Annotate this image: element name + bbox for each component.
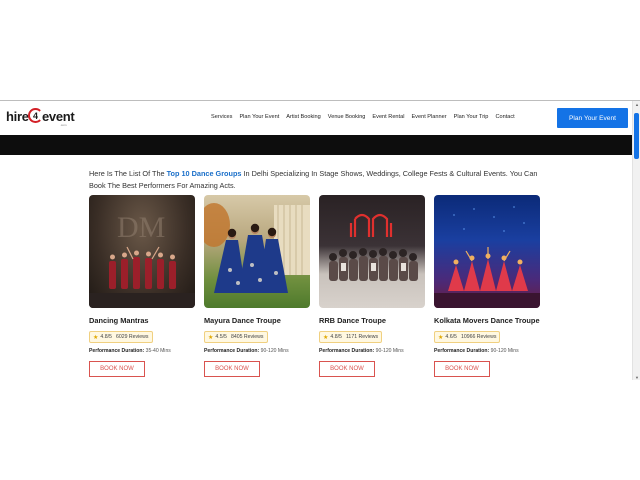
duration-value: 90-120 Mins — [375, 347, 404, 354]
nav-plan-your-event[interactable]: Plan Your Event — [239, 114, 279, 120]
duration-label: Performance Duration: — [89, 347, 145, 354]
review-count: 10966 Reviews — [460, 334, 497, 340]
artist-card: RRB Dance Troupe ★ 4.8/5 1171 Reviews Perf… — [319, 195, 425, 377]
main-nav: Services Plan Your Event Artist Booking … — [211, 114, 522, 120]
dancers-illustration — [434, 206, 540, 308]
rating-value: 4.5/5 — [215, 334, 227, 340]
intro-highlight-link[interactable]: Top 10 Dance Groups — [167, 169, 242, 178]
group-illustration — [329, 213, 418, 281]
performance-duration: Performance Duration: 90-120 Mins — [319, 348, 425, 354]
book-now-button[interactable]: BOOK NOW — [89, 360, 145, 377]
nav-services[interactable]: Services — [211, 114, 232, 120]
artist-card: DM Dancing Mantras ★4.8/56029 Reviews — [89, 195, 195, 377]
duration-label: Performance Duration: — [434, 347, 490, 354]
star-icon: ★ — [323, 334, 329, 341]
artist-name[interactable]: Dancing Mantras — [89, 316, 195, 326]
nav-contact[interactable]: Contact — [495, 114, 514, 120]
duration-value: 90-120 Mins — [490, 347, 519, 354]
review-count: 6029 Reviews — [115, 334, 149, 340]
star-icon: ★ — [93, 334, 99, 341]
plan-your-event-button[interactable]: Plan Your Event — [557, 108, 628, 128]
artist-photo[interactable] — [434, 195, 540, 308]
artist-card: Kolkata Movers Dance Troupe ★ 4.6/5 10966 … — [434, 195, 540, 377]
review-count: 1171 Reviews — [345, 334, 379, 340]
logo-subtext: .com — [60, 123, 67, 127]
nav-artist-booking[interactable]: Artist Booking — [286, 114, 321, 120]
logo-text-hire: hire — [6, 109, 29, 124]
rating-value: 4.6/5 — [445, 334, 457, 340]
rating-badge: ★ 4.6/5 10966 Reviews — [434, 331, 501, 343]
artist-name[interactable]: RRB Dance Troupe — [319, 316, 425, 326]
book-now-button[interactable]: BOOK NOW — [434, 360, 490, 377]
scroll-down-arrow-icon[interactable]: ▼ — [634, 375, 640, 380]
hero-banner-strip — [0, 135, 632, 155]
rating-value: 4.8/5 — [330, 334, 342, 340]
artist-name[interactable]: Mayura Dance Troupe — [204, 316, 310, 326]
star-icon: ★ — [438, 334, 444, 341]
artist-photo[interactable] — [204, 195, 310, 308]
duration-label: Performance Duration: — [319, 347, 375, 354]
intro-text: Here Is The List Of The Top 10 Dance Gro… — [89, 168, 549, 192]
nav-event-rental[interactable]: Event Rental — [372, 114, 404, 120]
site-logo[interactable]: hire 4 event .com — [6, 108, 75, 128]
review-count: 8405 Reviews — [230, 334, 264, 340]
performance-duration: Performance Duration: 90-120 Mins — [204, 348, 310, 354]
artist-photo[interactable] — [319, 195, 425, 308]
logo-number: 4 — [33, 111, 39, 121]
page-scrollbar[interactable]: ▲ ▼ — [632, 101, 640, 380]
star-icon: ★ — [208, 334, 214, 341]
book-now-button[interactable]: BOOK NOW — [319, 360, 375, 377]
duration-value: 90-120 Mins — [260, 347, 289, 354]
nav-plan-your-trip[interactable]: Plan Your Trip — [454, 114, 489, 120]
artist-photo[interactable]: DM — [89, 195, 195, 308]
book-now-button[interactable]: BOOK NOW — [204, 360, 260, 377]
performance-duration: Performance Duration: 35-40 Mins — [89, 348, 195, 354]
site-header: hire 4 event .com Services Plan Your Eve… — [0, 101, 632, 135]
logo-text-event: event — [42, 109, 75, 124]
rating-badge: ★ 4.5/5 8405 Reviews — [204, 331, 268, 343]
duration-label: Performance Duration: — [204, 347, 260, 354]
dancers-illustration — [204, 203, 310, 293]
rating-badge: ★ 4.8/5 1171 Reviews — [319, 331, 383, 343]
svg-text:DM: DM — [117, 211, 165, 244]
rating-value: 4.8/5 — [100, 334, 112, 340]
nav-venue-booking[interactable]: Venue Booking — [328, 114, 366, 120]
scroll-up-arrow-icon[interactable]: ▲ — [634, 102, 640, 107]
browser-viewport: hire 4 event .com Services Plan Your Eve… — [0, 100, 640, 380]
performance-duration: Performance Duration: 90-120 Mins — [434, 348, 540, 354]
scrollbar-thumb[interactable] — [634, 113, 639, 159]
dancers-illustration: DM — [89, 211, 195, 308]
artist-name[interactable]: Kolkata Movers Dance Troupe — [434, 316, 540, 326]
duration-value: 35-40 Mins — [145, 347, 171, 354]
intro-text-start: Here Is The List Of The — [89, 169, 167, 178]
artist-card: Mayura Dance Troupe ★ 4.5/5 8405 Reviews P… — [204, 195, 310, 377]
nav-event-planner[interactable]: Event Planner — [411, 114, 446, 120]
rating-badge: ★ 4.8/5 6029 Reviews — [89, 331, 153, 343]
